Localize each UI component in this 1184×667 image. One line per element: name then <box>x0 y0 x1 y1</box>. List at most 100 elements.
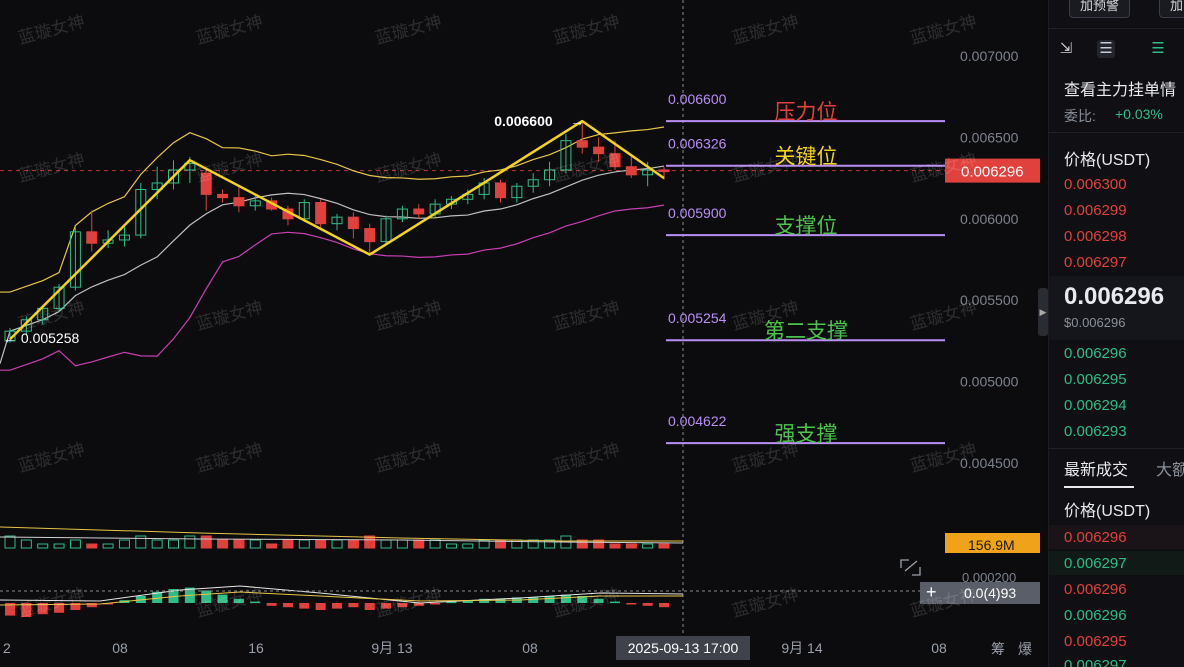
watermark: 蓝璇女神 <box>551 12 622 48</box>
order-book-sell-icon[interactable]: ☰ <box>1097 40 1115 58</box>
candle-body[interactable] <box>413 208 425 215</box>
level-value-label: 0.005254 <box>668 310 727 326</box>
high-price-callout: 0.006600 <box>494 113 553 129</box>
volume-bar <box>20 539 32 549</box>
level-name-label: 支撑位 <box>775 215 838 238</box>
macd-histogram-bar <box>299 603 310 609</box>
ask-price[interactable]: 0.006297 <box>1064 254 1127 271</box>
last-price-usd: $0.006296 <box>1064 315 1126 330</box>
candle-body[interactable] <box>576 140 588 148</box>
liquidation-toggle[interactable]: 爆 <box>1018 639 1032 659</box>
candle-body[interactable] <box>658 169 670 173</box>
trade-price: 0.006295 <box>1064 633 1127 650</box>
add-alert-button[interactable]: 加预警 <box>1069 0 1131 18</box>
candle-body[interactable] <box>364 228 376 243</box>
time-axis-tick: 9月 14 <box>781 640 822 656</box>
watermark: 蓝璇女神 <box>373 298 444 334</box>
level-name-label: 第二支撑 <box>764 320 848 343</box>
time-axis-tick: 9月 13 <box>371 640 412 656</box>
volume-bar <box>347 539 359 549</box>
macd-histogram-bar <box>315 603 326 610</box>
order-book-both-icon[interactable]: ⇲ <box>1057 40 1075 58</box>
volume-bar <box>625 543 637 549</box>
candle-body[interactable] <box>86 231 98 244</box>
watermark: 蓝璇女神 <box>373 150 444 186</box>
volume-bar <box>380 539 392 549</box>
volume-bar <box>135 535 147 549</box>
watermark: 蓝璇女神 <box>730 440 801 476</box>
candle-body[interactable] <box>217 193 229 199</box>
collapse-panel-handle[interactable]: ▶ <box>1038 288 1048 336</box>
trade-price: 0.006296 <box>1064 529 1127 546</box>
volume-bar <box>86 543 98 549</box>
watermark: 蓝璇女神 <box>194 298 265 334</box>
watermark: 蓝璇女神 <box>730 12 801 48</box>
volume-bar <box>609 543 621 549</box>
volume-bar <box>53 543 65 549</box>
price-header: 价格(USDT) <box>1064 152 1151 169</box>
price-axis-tick: 0.006500 <box>960 129 1019 145</box>
candle-body[interactable] <box>495 182 506 199</box>
tab-latest-trades[interactable]: 最新成交 <box>1064 456 1128 480</box>
last-price: 0.006296 <box>1064 283 1165 310</box>
level-value-label: 0.006600 <box>668 91 727 107</box>
time-axis-tick: 16 <box>248 640 264 656</box>
trade-price: 0.006297 <box>1064 555 1127 572</box>
macd-histogram-bar <box>282 603 293 608</box>
ask-price[interactable]: 0.006298 <box>1064 228 1127 245</box>
volume-bar <box>151 539 163 549</box>
ask-price[interactable]: 0.006300 <box>1064 176 1127 193</box>
trade-price: 0.006297 <box>1064 657 1127 667</box>
watermark: 蓝璇女神 <box>373 585 444 621</box>
watermark: 蓝璇女神 <box>194 585 265 621</box>
bollinger-mid-band <box>0 165 665 364</box>
order-book-title[interactable]: 查看主力挂单情 <box>1064 76 1176 100</box>
volume-bar <box>233 539 245 549</box>
candle-body[interactable] <box>315 202 327 225</box>
volume-bar <box>168 539 179 549</box>
bid-price[interactable]: 0.006293 <box>1064 423 1127 440</box>
volume-bar <box>462 543 474 549</box>
order-book-buy-icon[interactable]: ☰ <box>1149 40 1167 58</box>
chart-area[interactable]: 0.006600 → ← 0.005258 0.006600 压力位 0.006326 关键… <box>0 0 1046 667</box>
macd-histogram-bar <box>626 603 637 605</box>
divider <box>1049 132 1184 133</box>
volume-bar <box>4 535 16 549</box>
level-value-label: 0.004622 <box>668 413 727 429</box>
watermark: 蓝璇女神 <box>16 440 87 476</box>
chip-distribution-toggle[interactable]: 筹 <box>991 639 1005 659</box>
bid-price[interactable]: 0.006296 <box>1064 345 1127 362</box>
volume-bar <box>249 539 261 549</box>
level-value-label: 0.006326 <box>668 136 727 152</box>
volume-bar <box>184 535 196 549</box>
bid-price[interactable]: 0.006294 <box>1064 397 1127 414</box>
volume-ma-line <box>0 526 683 542</box>
watermark: 蓝璇女神 <box>194 440 265 476</box>
volume-bar <box>200 535 212 549</box>
candle-body[interactable] <box>625 166 637 176</box>
candle-body[interactable] <box>593 146 605 155</box>
bollinger-upper-band <box>0 126 665 293</box>
volume-bar <box>102 543 114 549</box>
watermark: 蓝璇女神 <box>551 150 622 186</box>
trade-price: 0.006296 <box>1064 581 1127 598</box>
volume-bar <box>298 539 310 549</box>
candle-body[interactable] <box>233 197 245 207</box>
volume-bar <box>266 543 278 549</box>
watermark: 蓝璇女神 <box>551 298 622 334</box>
tab-large-trades[interactable]: 大额 <box>1156 456 1184 480</box>
candle-body[interactable] <box>347 216 359 230</box>
watermark: 蓝璇女神 <box>16 150 87 186</box>
divider <box>1049 448 1184 449</box>
order-book-panel: 加预警 加 ⇲ ☰ ☰ 查看主力挂单情 委比: +0.03% 价格(USDT) … <box>1048 0 1184 667</box>
volume-bar <box>413 539 425 549</box>
add-button-partial[interactable]: 加 <box>1159 0 1184 18</box>
ask-price[interactable]: 0.006299 <box>1064 202 1127 219</box>
bid-price[interactable]: 0.006295 <box>1064 371 1127 388</box>
divider <box>1049 28 1184 29</box>
macd-histogram-bar <box>266 603 277 606</box>
expand-icon[interactable] <box>900 559 921 576</box>
tab-active-underline <box>1064 486 1134 488</box>
watermark: 蓝璇女神 <box>16 585 87 621</box>
candlestick-chart[interactable]: 0.006600 →← 0.0052580.006600压力位0.006326关键… <box>0 0 1046 667</box>
